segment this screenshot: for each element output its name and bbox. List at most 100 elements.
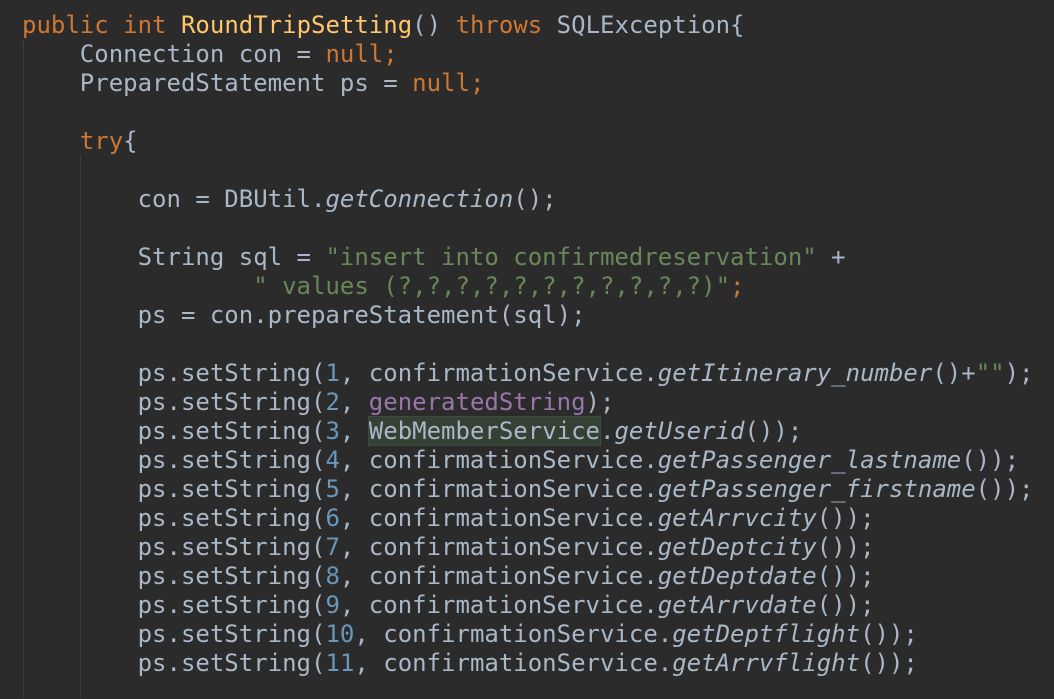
code-line: " values (?,?,?,?,?,?,?,?,?,?,?)"; xyxy=(22,272,744,301)
code-line: ps.setString(1, confirmationService.getI… xyxy=(22,359,1034,388)
code-token: 11 xyxy=(325,649,355,677)
code-token: int xyxy=(123,11,167,39)
code-token: 9 xyxy=(325,591,340,619)
code-token: , confirmationService. xyxy=(339,562,658,590)
code-line: Connection con = null; xyxy=(22,40,398,69)
code-token: 5 xyxy=(325,475,340,503)
code-token: 3 xyxy=(325,417,340,445)
code-token: "insert into confirmedreservation" xyxy=(325,243,817,271)
code-token: ()); xyxy=(744,417,803,445)
code-token: RoundTripSetting xyxy=(180,11,413,39)
code-token: try xyxy=(79,127,124,155)
code-token: ); xyxy=(585,388,615,416)
code-token: , confirmationService. xyxy=(339,446,658,474)
code-token: Connection con = xyxy=(79,40,326,68)
code-token: getArrvcity xyxy=(657,504,817,532)
code-token: , confirmationService. xyxy=(339,359,658,387)
code-line: ps.setString(8, confirmationService.getD… xyxy=(22,562,875,591)
code-token: PreparedStatement ps = xyxy=(79,69,413,97)
code-token: ps.setString( xyxy=(137,417,326,445)
code-token: ()); xyxy=(961,446,1020,474)
code-token: ; xyxy=(383,40,398,68)
code-line: ps.setString(2, generatedString); xyxy=(22,388,615,417)
code-editor[interactable]: public int RoundTripSetting() throws SQL… xyxy=(0,0,1054,699)
code-token: ps.setString( xyxy=(137,388,326,416)
code-token: 6 xyxy=(325,504,340,532)
code-token: ()); xyxy=(860,649,918,677)
code-token: " values (?,?,?,?,?,?,?,?,?,?,?)" xyxy=(253,272,731,300)
code-token: ()+ xyxy=(932,359,976,387)
code-token: , confirmationService. xyxy=(354,649,673,677)
code-line: ps.setString(6, confirmationService.getA… xyxy=(22,504,875,533)
code-token: ps.setString( xyxy=(137,446,326,474)
code-token: getItinerary_number xyxy=(657,359,933,387)
code-token: getDeptflight xyxy=(672,620,861,648)
code-token: ()); xyxy=(816,591,875,619)
code-token: ps.setString( xyxy=(137,504,326,532)
code-token: throws xyxy=(455,11,543,39)
code-token: 7 xyxy=(325,533,340,561)
code-token: . xyxy=(599,417,615,445)
code-line: String sql = "insert into confirmedreser… xyxy=(22,243,846,272)
code-line: ps.setString(4, confirmationService.getP… xyxy=(22,446,1019,475)
code-token: ps.setString( xyxy=(137,620,326,648)
code-line: ps.setString(10, confirmationService.get… xyxy=(22,620,918,649)
code-token: getPassenger_lastname xyxy=(657,446,962,474)
code-line: ps.setString(3, WebMemberService.getUser… xyxy=(22,416,803,446)
code-token: null xyxy=(412,69,470,97)
code-token: ()); xyxy=(816,562,875,590)
code-line: PreparedStatement ps = null; xyxy=(22,69,485,98)
code-token: 2 xyxy=(325,388,340,416)
code-line: ps.setString(11, confirmationService.get… xyxy=(22,649,918,678)
code-token: , confirmationService. xyxy=(339,533,658,561)
code-token: ps.setString( xyxy=(137,649,326,677)
code-token: , confirmationService. xyxy=(354,620,673,648)
code-token: ps.setString( xyxy=(137,533,326,561)
code-line: ps.setString(5, confirmationService.getP… xyxy=(22,475,1034,504)
code-line: try{ xyxy=(22,127,138,156)
code-token: public xyxy=(22,11,109,39)
code-token: 4 xyxy=(325,446,340,474)
code-token: { xyxy=(123,127,138,155)
code-token: ()); xyxy=(816,504,875,532)
code-token: getConnection xyxy=(325,185,514,213)
code-token: SQLException{ xyxy=(542,11,745,39)
code-token: ; xyxy=(730,272,745,300)
code-token: ps = con.prepareStatement(sql); xyxy=(137,301,586,329)
code-line: public int RoundTripSetting() throws SQL… xyxy=(22,11,745,40)
code-token: getUserid xyxy=(614,417,745,445)
code-token: getArrvflight xyxy=(672,649,861,677)
code-line: con = DBUtil.getConnection(); xyxy=(22,185,557,214)
code-line: ps.setString(7, confirmationService.getD… xyxy=(22,533,875,562)
code-token: , confirmationService. xyxy=(339,504,658,532)
code-token: , confirmationService. xyxy=(339,591,658,619)
code-line: ps.setString(9, confirmationService.getA… xyxy=(22,591,875,620)
code-token: ps.setString( xyxy=(137,359,326,387)
code-token: 1 xyxy=(325,359,340,387)
code-token: , confirmationService. xyxy=(339,475,658,503)
code-token: ()); xyxy=(816,533,875,561)
code-token: ps.setString( xyxy=(137,591,326,619)
code-token: + xyxy=(816,243,846,271)
code-token: , xyxy=(339,417,369,445)
code-token: 8 xyxy=(325,562,340,590)
code-token: ); xyxy=(1004,359,1034,387)
code-token: ()); xyxy=(860,620,918,648)
code-token: WebMemberService xyxy=(367,416,601,446)
